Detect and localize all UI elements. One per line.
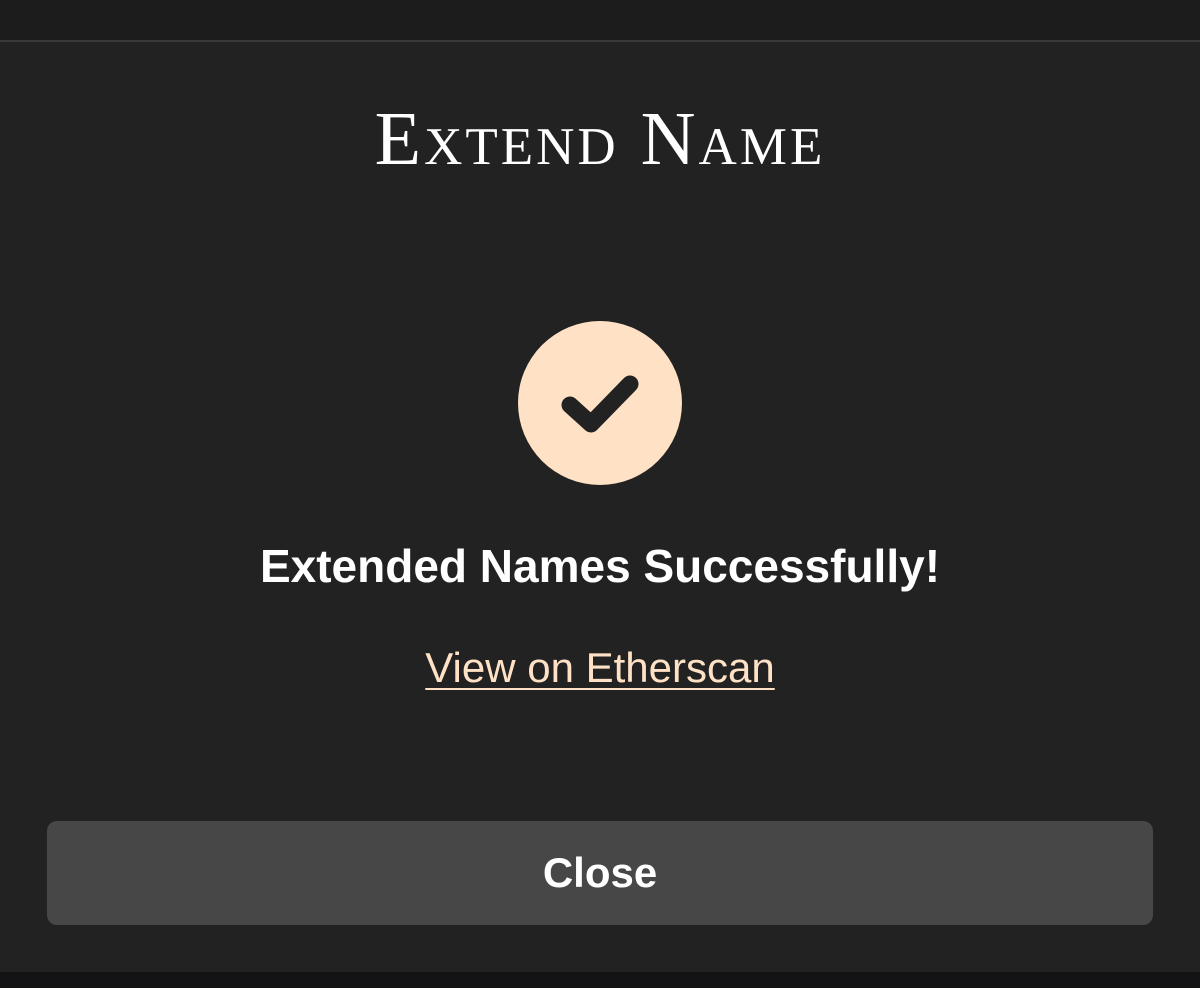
success-badge [518,321,682,485]
modal-title: Extend Name [374,97,826,181]
view-on-etherscan-link[interactable]: View on Etherscan [425,644,774,691]
bottom-edge [0,972,1200,988]
page-header-backdrop [0,0,1200,42]
success-message: Extended Names Successfully! [259,540,941,592]
extend-name-modal: Extend Name Extended Names Successfully!… [0,42,1200,972]
checkmark-icon [561,375,639,433]
close-button[interactable]: Close [47,821,1153,925]
etherscan-link-container: View on Etherscan [0,640,1200,696]
